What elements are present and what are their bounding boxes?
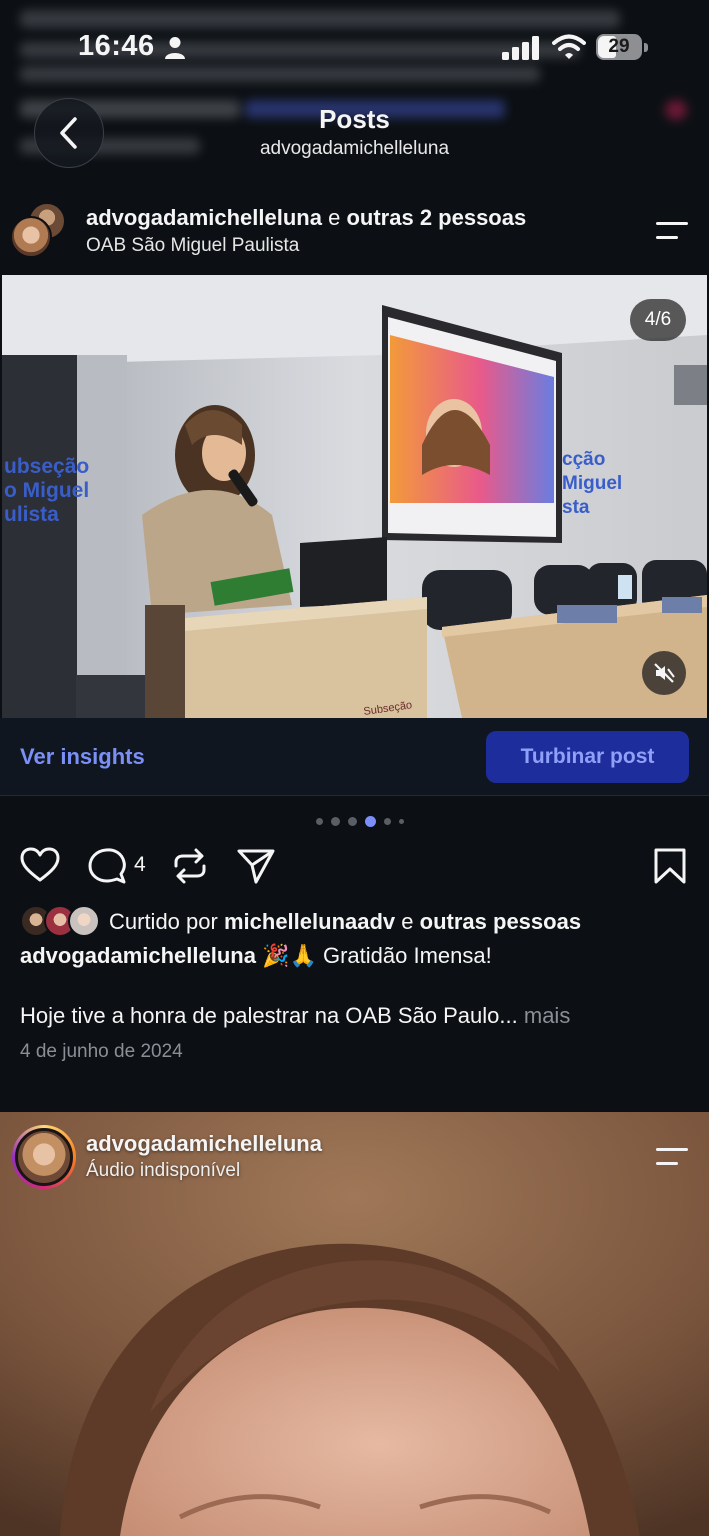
mute-button[interactable] bbox=[642, 651, 686, 695]
liked-user[interactable]: michellelunaadv bbox=[224, 909, 395, 934]
caption-text: 🎉🙏 Gratidão Imensa! bbox=[262, 943, 492, 968]
post-photo[interactable]: ubseção o Miguel ulista cção Miguel sta … bbox=[2, 275, 707, 718]
battery-level: 29 bbox=[608, 36, 630, 57]
top-area bbox=[0, 0, 709, 190]
carousel-dot bbox=[365, 815, 376, 827]
carousel-dots bbox=[316, 815, 416, 827]
media-counter: 4/6 bbox=[630, 299, 686, 341]
carousel-dot bbox=[316, 817, 323, 825]
comment-count: 4 bbox=[134, 853, 146, 876]
post-author-line[interactable]: advogadamichelleluna e outras 2 pessoas bbox=[86, 205, 526, 231]
caption-header: advogadamichelleluna 🎉🙏 Gratidão Imensa! bbox=[20, 943, 492, 969]
liked-by-avatars[interactable] bbox=[20, 905, 104, 939]
audio-status[interactable]: Áudio indisponível bbox=[86, 1160, 240, 1182]
page-subtitle: advogadamichelleluna bbox=[259, 138, 450, 159]
liked-by-text[interactable]: Curtido por michellelunaadv e outras pes… bbox=[109, 909, 581, 935]
heart-icon[interactable] bbox=[20, 847, 60, 883]
menu-icon[interactable] bbox=[654, 220, 690, 242]
post-author[interactable]: advogadamichelleluna bbox=[86, 205, 322, 230]
lecture-photo: ubseção o Miguel ulista cção Miguel sta … bbox=[2, 275, 707, 718]
caption-body[interactable]: Hoje tive a honra de palestrar na OAB Sã… bbox=[20, 1003, 570, 1029]
wifi-icon bbox=[552, 34, 586, 59]
boost-post-button[interactable]: Turbinar post bbox=[486, 731, 689, 783]
coauthors-link[interactable]: outras 2 pessoas bbox=[346, 205, 526, 230]
caption-user[interactable]: advogadamichelleluna bbox=[20, 943, 256, 968]
svg-text:ubseção: ubseção bbox=[4, 455, 89, 478]
comment-icon[interactable] bbox=[87, 847, 127, 885]
carousel-dot bbox=[399, 818, 404, 824]
carousel-dot bbox=[384, 817, 391, 825]
signal-icon bbox=[502, 36, 539, 60]
liked-others[interactable]: outras pessoas bbox=[420, 909, 581, 934]
post2-author[interactable]: advogadamichelleluna bbox=[86, 1131, 322, 1157]
more-link[interactable]: mais bbox=[524, 1003, 570, 1028]
page-title: Posts bbox=[319, 104, 390, 134]
avatar bbox=[10, 216, 52, 258]
bookmark-icon[interactable] bbox=[653, 847, 687, 885]
menu-icon[interactable] bbox=[654, 1146, 690, 1168]
blurred-background-content bbox=[0, 0, 709, 190]
svg-text:Miguel: Miguel bbox=[562, 473, 622, 494]
avatar bbox=[68, 905, 100, 937]
svg-text:o Miguel: o Miguel bbox=[4, 479, 89, 502]
battery-icon: 29 bbox=[596, 34, 648, 60]
carousel-dot bbox=[331, 816, 340, 826]
collab-avatars[interactable] bbox=[10, 202, 66, 258]
mute-icon bbox=[654, 663, 675, 683]
view-insights-link[interactable]: Ver insights bbox=[20, 744, 145, 770]
svg-text:sta: sta bbox=[562, 497, 590, 518]
post-location[interactable]: OAB São Miguel Paulista bbox=[86, 235, 299, 257]
post2-avatar[interactable] bbox=[12, 1125, 76, 1189]
status-time: 16:46 bbox=[78, 30, 155, 62]
avatar bbox=[15, 1128, 73, 1186]
post-date: 4 de junho de 2024 bbox=[20, 1041, 183, 1062]
svg-text:ulista: ulista bbox=[4, 503, 59, 526]
carousel-dot bbox=[348, 816, 357, 826]
repost-icon[interactable] bbox=[170, 846, 210, 886]
person-icon bbox=[165, 37, 185, 59]
share-icon[interactable] bbox=[236, 847, 276, 885]
svg-text:cção: cção bbox=[562, 449, 605, 470]
